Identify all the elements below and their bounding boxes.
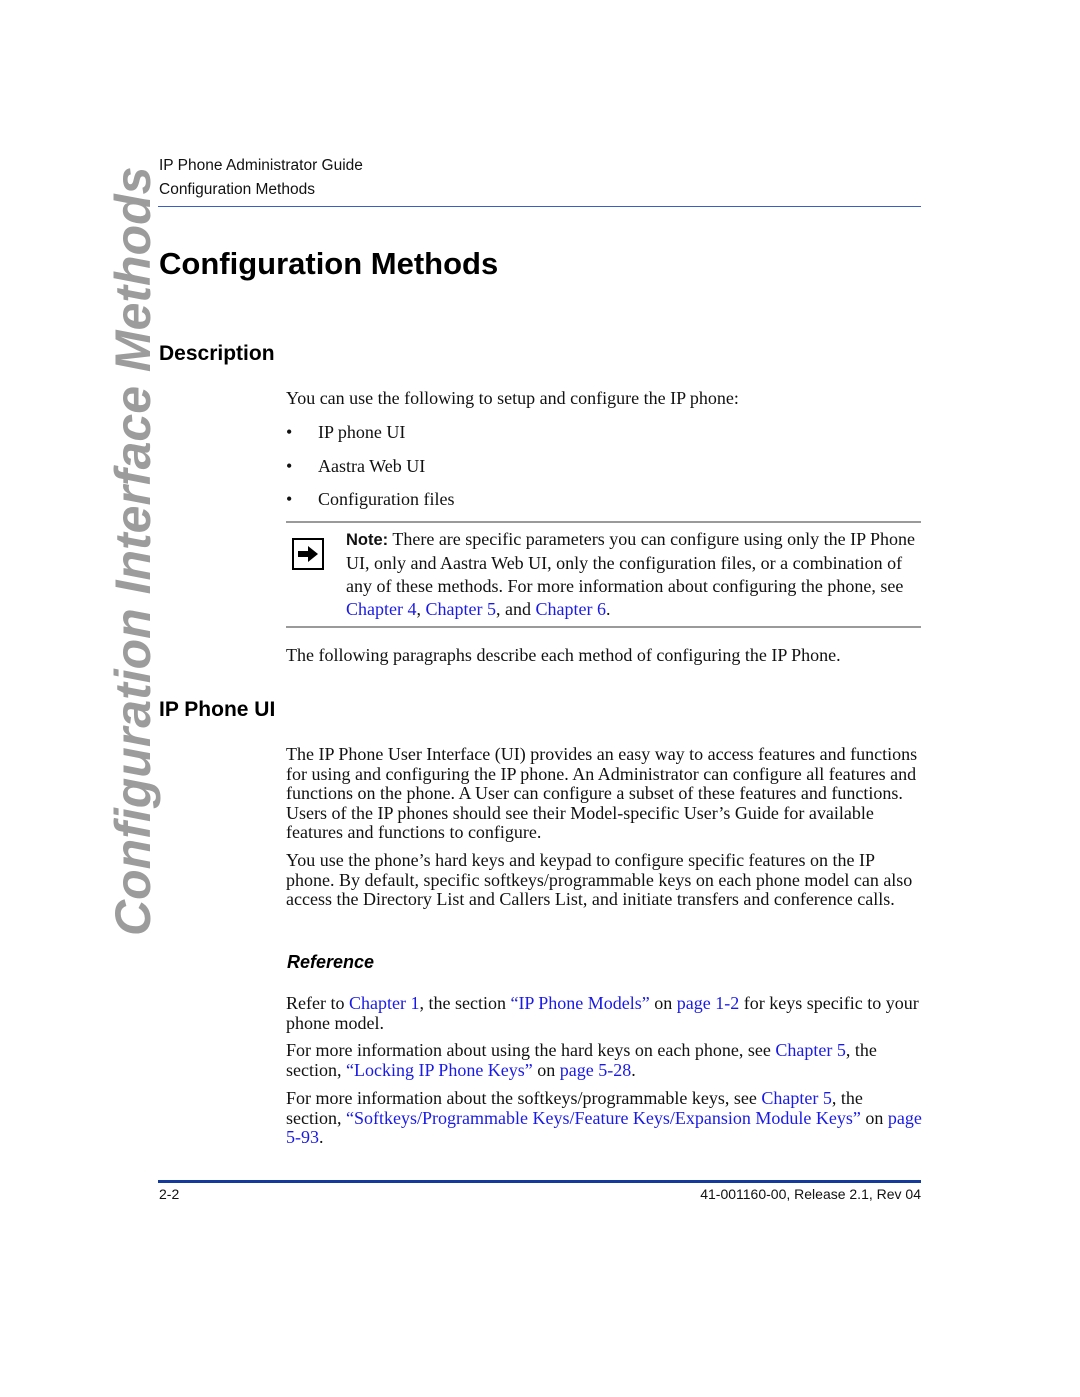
reference-text: on <box>860 1107 888 1128</box>
link-page-1-2[interactable]: page 1-2 <box>677 993 739 1013</box>
link-page-5-28[interactable]: page 5-28 <box>560 1060 631 1080</box>
reference-text: Refer to <box>286 993 349 1013</box>
running-head-section: Configuration Methods <box>159 181 315 198</box>
header-rule <box>158 206 921 207</box>
reference-item-1: Refer to Chapter 1, the section “IP Phon… <box>286 993 922 1033</box>
description-heading: Description <box>159 342 275 365</box>
reference-item-3: For more information about the softkeys/… <box>286 1088 922 1148</box>
footer-page-number: 2-2 <box>159 1186 180 1202</box>
link-chapter-6[interactable]: Chapter 6 <box>535 599 605 619</box>
ip-phone-ui-paragraph-2: You use the phone’s hard keys and keypad… <box>286 850 913 909</box>
note-top-rule <box>286 521 921 523</box>
reference-text: on <box>532 1059 560 1080</box>
link-chapter-5[interactable]: Chapter 5 <box>761 1088 831 1108</box>
methods-list: • IP phone UI • Aastra Web UI • Configurati… <box>286 421 454 522</box>
list-item-label: IP phone UI <box>318 422 406 442</box>
reference-text: . <box>319 1127 324 1147</box>
page-title: Configuration Methods <box>159 246 499 281</box>
description-followup: The following paragraphs describe each m… <box>286 645 841 665</box>
arrow-right-icon <box>292 538 324 570</box>
link-chapter-5[interactable]: Chapter 5 <box>775 1040 845 1060</box>
ip-phone-ui-heading: IP Phone UI <box>159 698 276 721</box>
list-item: • Aastra Web UI <box>286 455 454 489</box>
side-tab-label: Configuration Interface Methods <box>105 166 161 936</box>
link-section-softkeys[interactable]: “Softkeys/Programmable Keys/Feature Keys… <box>346 1108 861 1128</box>
reference-text: . <box>631 1059 636 1080</box>
note-bottom-rule <box>286 626 921 628</box>
link-section-locking-ip-phone-keys[interactable]: “Locking IP Phone Keys” <box>346 1060 533 1080</box>
reference-heading: Reference <box>287 952 375 972</box>
link-chapter-1[interactable]: Chapter 1 <box>349 993 419 1013</box>
list-item: • Configuration files <box>286 488 454 522</box>
footer-rule <box>158 1180 921 1183</box>
link-chapter-4[interactable]: Chapter 4 <box>346 599 416 619</box>
note-separator: , and <box>495 599 536 619</box>
running-head: IP Phone Administrator Guide Configurati… <box>159 154 363 202</box>
bullet-icon: • <box>286 489 293 509</box>
ip-phone-ui-paragraph-1: The IP Phone User Interface (UI) provide… <box>286 744 918 842</box>
running-head-guide-title: IP Phone Administrator Guide <box>159 157 363 174</box>
link-section-ip-phone-models[interactable]: “IP Phone Models” <box>510 993 649 1013</box>
note-label: Note: <box>346 531 389 549</box>
note-box: Note: There are specific parameters you … <box>346 528 921 621</box>
bullet-icon: • <box>286 422 293 442</box>
reference-text: on <box>649 993 677 1013</box>
list-item-label: Configuration files <box>318 489 455 509</box>
note-text: There are specific parameters you can co… <box>346 529 915 596</box>
note-end: . <box>605 599 611 619</box>
footer-doc-id: 41-001160-00, Release 2.1, Rev 04 <box>700 1186 921 1202</box>
reference-text: For more information about the softkeys/… <box>286 1088 762 1108</box>
reference-item-2: For more information about using the har… <box>286 1040 922 1080</box>
list-item: • IP phone UI <box>286 421 454 455</box>
list-item-label: Aastra Web UI <box>318 455 426 476</box>
reference-text: , the section <box>419 993 511 1013</box>
description-intro: You can use the following to setup and c… <box>286 388 739 408</box>
reference-text: For more information about using the har… <box>286 1040 776 1060</box>
bullet-icon: • <box>286 455 293 476</box>
link-chapter-5[interactable]: Chapter 5 <box>425 599 495 619</box>
